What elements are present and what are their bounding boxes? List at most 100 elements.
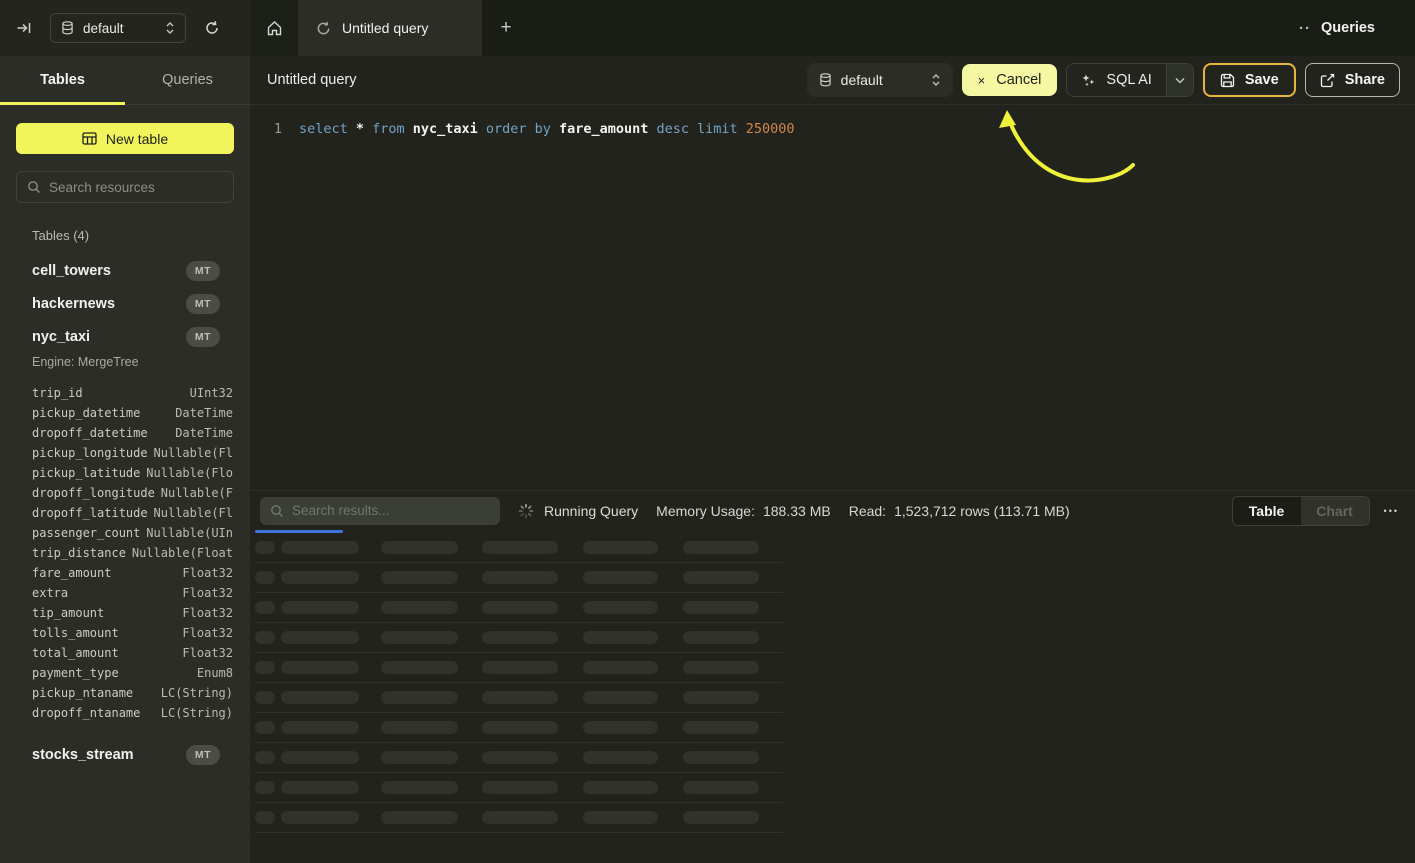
query-database-selector[interactable]: default [807,63,953,97]
skeleton-cell [255,691,275,704]
sidebar-search [16,171,234,203]
column-type: LC(String) [161,686,233,700]
column-row: extraFloat32 [32,583,233,603]
topbar-right: ·· Queries [1299,0,1415,56]
new-tab-button[interactable]: + [482,0,530,56]
column-name: tip_amount [32,606,104,620]
skeleton-cell [381,781,458,794]
skeleton-cell [281,751,359,764]
column-row: tip_amountFloat32 [32,603,233,623]
column-type: Float32 [182,626,233,640]
sql-ai-dropdown-button[interactable] [1166,64,1193,96]
results-toolbar-right: Table Chart ••• [1232,496,1399,526]
skeleton-cell [255,781,275,794]
topbar-database-selector[interactable]: default [50,13,186,43]
skeleton-cell [683,691,759,704]
skeleton-cell [281,721,359,734]
skeleton-cell [255,811,275,824]
skeleton-row [255,653,783,683]
table-item-cell-towers[interactable]: cell_towers MT [0,254,250,287]
search-results-input[interactable] [292,503,490,518]
sql-ai-group: SQL AI [1066,63,1193,97]
sidebar: Tables Queries New table Tab [0,56,250,863]
skeleton-row [255,803,783,833]
sql-ai-button[interactable]: SQL AI [1067,64,1165,96]
table-grid-icon [82,132,97,145]
save-icon [1220,73,1235,88]
collapse-sidebar-icon [16,20,32,36]
skeleton-cell [583,631,658,644]
column-name: passenger_count [32,526,140,540]
queries-link[interactable]: Queries [1321,20,1375,36]
toggle-table[interactable]: Table [1233,497,1301,525]
skeleton-cell [255,601,275,614]
sidebar-tab-queries[interactable]: Queries [125,56,250,104]
share-button[interactable]: Share [1305,63,1400,97]
skeleton-cell [381,571,458,584]
column-row: pickup_latitudeNullable(Flo [32,463,233,483]
skeleton-cell [583,601,658,614]
table-name: stocks_stream [32,747,134,763]
collapse-sidebar-button[interactable] [16,20,32,36]
memory-usage-value: 188.33 MB [763,503,831,519]
table-item-hackernews[interactable]: hackernews MT [0,287,250,320]
query-progress-bar [255,530,343,533]
skeleton-row [255,773,783,803]
database-icon [61,21,74,35]
skeleton-cell [255,631,275,644]
skeleton-row [255,683,783,713]
column-type: UInt32 [190,386,233,400]
save-button[interactable]: Save [1203,63,1296,97]
query-toolbar: Untitled query default [250,56,1415,105]
results-skeleton [250,533,1415,863]
search-resources-input[interactable] [49,180,223,195]
skeleton-cell [583,661,658,674]
toggle-chart[interactable]: Chart [1301,497,1369,525]
spinner-icon [518,503,534,519]
skeleton-cell [381,601,458,614]
engine-badge: MT [186,327,220,347]
skeleton-cell [683,571,759,584]
skeleton-cell [683,721,759,734]
column-row: dropoff_longitudeNullable(F [32,483,233,503]
sql-ai-label: SQL AI [1106,72,1151,88]
query-database-value: default [841,72,883,88]
skeleton-row [255,713,783,743]
table-item-nyc-taxi[interactable]: nyc_taxi MT [0,320,250,353]
results-search [260,497,500,525]
more-options-button[interactable]: ••• [1384,506,1399,516]
column-row: pickup_longitudeNullable(Fl [32,443,233,463]
sidebar-tab-tables[interactable]: Tables [0,56,125,104]
column-type: Nullable(Flo [146,466,233,480]
sql-console-app: default [0,0,1415,863]
tab-untitled-query[interactable]: Untitled query [298,0,482,56]
skeleton-cell [583,721,658,734]
share-label: Share [1345,72,1385,88]
cancel-button[interactable]: × Cancel [962,64,1058,96]
home-tab[interactable] [250,0,298,56]
line-number: 1 [260,119,282,139]
skeleton-cell [281,691,359,704]
column-name: dropoff_datetime [32,426,148,440]
skeleton-cell [482,811,558,824]
engine-badge: MT [186,294,220,314]
skeleton-row [255,563,783,593]
search-icon [270,504,284,518]
refresh-button[interactable] [204,20,220,36]
table-item-stocks-stream[interactable]: stocks_stream MT [0,738,250,771]
skeleton-row [255,623,783,653]
column-row: dropoff_latitudeNullable(Fl [32,503,233,523]
new-table-button[interactable]: New table [16,123,234,154]
skeleton-cell [281,781,359,794]
sql-editor[interactable]: 1 select*fromnyc_taxiorderbyfare_amountd… [250,105,1415,490]
skeleton-cell [381,691,458,704]
skeleton-cell [281,571,359,584]
skeleton-cell [482,571,558,584]
column-type: Float32 [182,566,233,580]
column-type: Nullable(Fl [154,506,233,520]
skeleton-cell [683,781,759,794]
column-name: dropoff_ntaname [32,706,140,720]
sidebar-tabs: Tables Queries [0,56,250,105]
main-panel: Untitled query default [250,56,1415,863]
sql-code: select*fromnyc_taxiorderbyfare_amountdes… [299,119,795,139]
